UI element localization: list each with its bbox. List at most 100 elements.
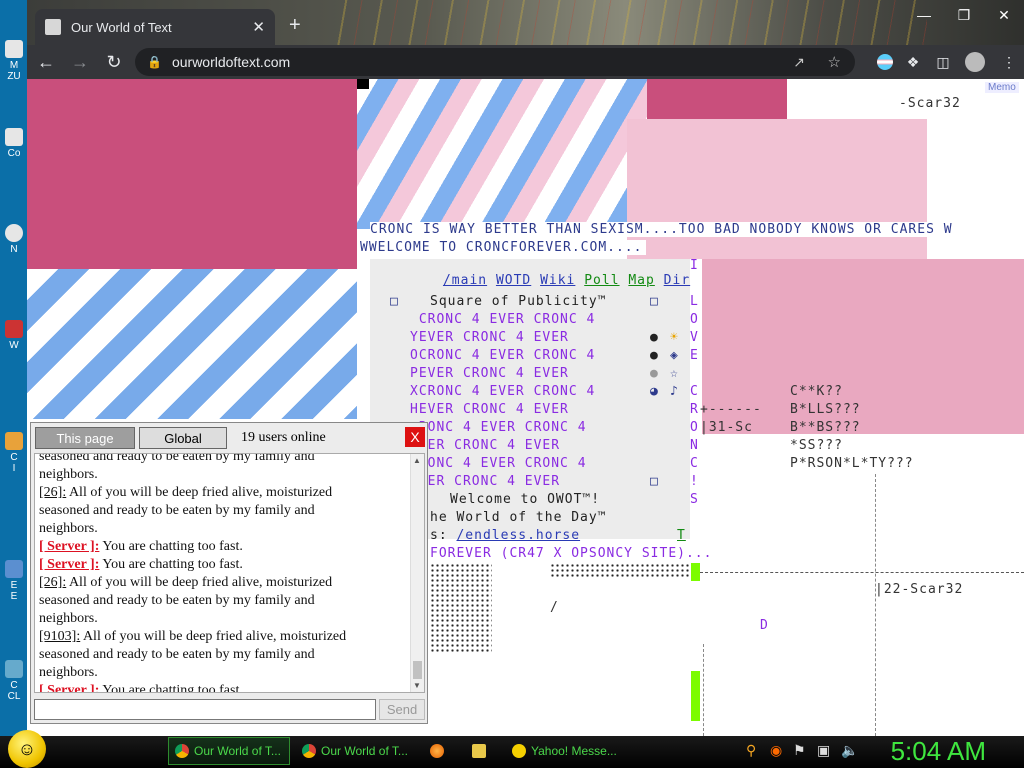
link-dir[interactable]: Dir xyxy=(664,273,690,288)
desktop-icon[interactable]: M ZU xyxy=(2,40,26,82)
new-tab-button[interactable]: + xyxy=(289,14,301,37)
url-text: ourworldoftext.com xyxy=(171,54,291,70)
chat-message: neighbors. xyxy=(39,610,409,628)
side-panel-icon[interactable]: ◫ xyxy=(933,52,953,72)
desktop-icon[interactable]: CI xyxy=(2,432,26,474)
owot-text: WWELCOME TO CRONCFOREVER.COM.... xyxy=(360,240,647,255)
profile-avatar-icon[interactable] xyxy=(965,52,985,72)
chat-input[interactable] xyxy=(34,699,376,720)
back-button[interactable]: ← xyxy=(31,47,61,77)
chat-scrollbar[interactable]: ▲ ▼ xyxy=(410,454,424,692)
share-icon[interactable]: ↗ xyxy=(793,54,805,71)
address-bar[interactable]: 🔒 ourworldoftext.com ↗ ☆ xyxy=(135,48,855,76)
cronc-row: VER CRONC 4 EVER xyxy=(410,474,561,489)
clock[interactable]: 5:04 AM xyxy=(891,736,986,767)
message-text: You are chatting too fast. xyxy=(99,683,243,693)
network-icon[interactable]: ▣ xyxy=(817,742,830,759)
pixel-art-block xyxy=(647,79,787,119)
desktop-icon[interactable]: N xyxy=(2,224,26,255)
chat-message: [9103]: All of you will be deep fried al… xyxy=(39,628,409,646)
tab-this-page[interactable]: This page xyxy=(35,427,135,449)
side-letter: R xyxy=(690,402,699,417)
close-window-button[interactable]: ✕ xyxy=(984,0,1024,30)
message-text: neighbors. xyxy=(39,665,98,680)
taskbar-item[interactable] xyxy=(424,737,456,765)
chat-message: [26]: All of you will be deep fried aliv… xyxy=(39,574,409,592)
tab-title: Our World of Text xyxy=(71,19,172,35)
taskbar-label: Yahoo! Messe... xyxy=(531,744,617,758)
server-nick[interactable]: [ Server ]: xyxy=(39,683,99,692)
user-nick[interactable]: [26]: xyxy=(39,575,66,590)
cronc-row: OCRONC 4 EVER CRONC 4 xyxy=(410,348,596,363)
server-nick[interactable]: [ Server ]: xyxy=(39,557,99,572)
censor-text: C**K?? xyxy=(790,384,843,399)
forever-text: FOREVER (CR47 X OPSONCY SITE)... xyxy=(430,546,713,561)
desktop-icon[interactable]: W xyxy=(2,320,26,351)
send-button[interactable]: Send xyxy=(379,699,425,720)
square-title: Square of Publicity™ xyxy=(430,294,607,309)
cronc-row: YEVER CRONC 4 EVER xyxy=(410,330,569,345)
desktop-icon[interactable]: EE xyxy=(2,560,26,602)
taskbar-label: Our World of T... xyxy=(194,744,281,758)
forward-button[interactable]: → xyxy=(65,47,95,77)
chat-message-list: seasoned and ready to be eaten by my fam… xyxy=(39,453,409,693)
message-text: You are chatting too fast. xyxy=(99,557,243,572)
tray-app-icon[interactable]: ◉ xyxy=(770,742,782,759)
side-letter: C xyxy=(690,384,699,399)
square-icon: □ xyxy=(390,294,399,309)
browser-tab[interactable]: Our World of Text ✕ xyxy=(35,9,275,45)
link-poll[interactable]: Poll xyxy=(584,273,619,288)
link-wotd[interactable]: WOTD xyxy=(496,273,531,288)
link-map[interactable]: Map xyxy=(628,273,654,288)
desktop-icon[interactable]: C CL xyxy=(2,660,26,702)
message-text: seasoned and ready to be eaten by my fam… xyxy=(39,453,315,464)
user-nick[interactable]: [26]: xyxy=(39,485,66,500)
owot-text: +------ xyxy=(700,402,762,417)
volume-icon[interactable]: 🔈 xyxy=(841,742,858,759)
note-icon: ♪ xyxy=(670,384,679,399)
taskbar-item[interactable]: Our World of T... xyxy=(296,737,418,765)
menu-kebab-icon[interactable]: ⋮ xyxy=(999,52,1019,72)
search-icon[interactable]: ⚲ xyxy=(746,742,756,759)
reload-button[interactable]: ↻ xyxy=(99,47,129,77)
taskbar-item[interactable]: Yahoo! Messe... xyxy=(506,737,628,765)
owot-divider xyxy=(875,474,876,736)
bookmark-star-icon[interactable]: ☆ xyxy=(828,53,841,71)
owot-divider xyxy=(703,644,704,736)
minimize-button[interactable]: — xyxy=(904,0,944,30)
censor-text: B**BS??? xyxy=(790,420,861,435)
wotd-link[interactable]: /endless.horse xyxy=(456,528,580,543)
extensions-puzzle-icon[interactable]: ❖ xyxy=(903,52,923,72)
taskbar-item[interactable]: Our World of T... xyxy=(168,737,290,765)
chat-message: seasoned and ready to be eaten by my fam… xyxy=(39,453,409,466)
desktop-icon-label: CI xyxy=(10,452,18,474)
theme-artwork xyxy=(327,0,927,45)
server-nick[interactable]: [ Server ]: xyxy=(39,539,99,554)
desktop-icon[interactable]: Co xyxy=(2,128,26,159)
side-letter: ! xyxy=(690,474,699,489)
scroll-thumb[interactable] xyxy=(413,661,422,679)
side-letter: C xyxy=(690,456,699,471)
flag-icon[interactable]: ⚑ xyxy=(793,742,806,759)
owot-canvas[interactable]: Memo -Scar32 CRONC IS WAY BETTER THAN SE… xyxy=(27,79,1024,736)
taskbar-item[interactable] xyxy=(466,737,498,765)
message-text: neighbors. xyxy=(39,467,98,482)
extension-flag-icon[interactable] xyxy=(875,52,895,72)
pixel-art-block xyxy=(627,119,927,259)
message-text: All of you will be deep fried alive, moi… xyxy=(66,485,333,500)
start-smiley-icon[interactable]: ☺ xyxy=(8,730,46,768)
close-tab-icon[interactable]: ✕ xyxy=(252,18,265,36)
square-icon: □ xyxy=(650,474,659,489)
memo-label[interactable]: Memo xyxy=(985,82,1019,93)
chat-close-button[interactable]: X xyxy=(405,427,425,447)
maximize-button[interactable]: ❐ xyxy=(944,0,984,30)
scroll-down-icon[interactable]: ▼ xyxy=(413,681,421,690)
link-main[interactable]: /main xyxy=(443,273,487,288)
scroll-up-icon[interactable]: ▲ xyxy=(413,456,421,465)
tab-global[interactable]: Global xyxy=(139,427,227,449)
chat-messages-area[interactable]: seasoned and ready to be eaten by my fam… xyxy=(34,453,425,693)
link-wiki[interactable]: Wiki xyxy=(540,273,575,288)
cronc-row: PEVER CRONC 4 EVER xyxy=(410,366,569,381)
desktop-icon-label: W xyxy=(9,340,19,351)
user-nick[interactable]: [9103]: xyxy=(39,629,80,644)
